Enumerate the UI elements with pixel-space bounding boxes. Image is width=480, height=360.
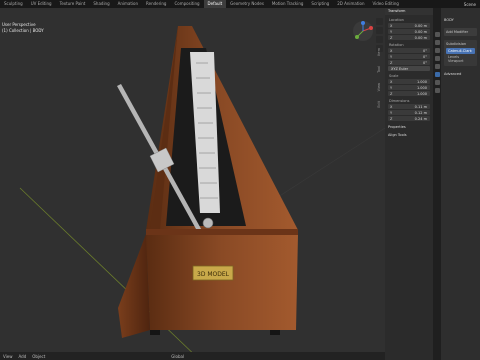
tab-geometry-nodes[interactable]: Geometry Nodes [226, 0, 268, 8]
physics-tab-icon[interactable] [434, 80, 440, 85]
viewport-info: User Perspective (1) Collection | BODY [2, 22, 44, 34]
base-cap [146, 229, 298, 235]
foot-left [150, 330, 160, 335]
dimensions-y-field[interactable]: Y 0.12 m [388, 110, 430, 115]
location-label: Location [389, 18, 404, 22]
scale-x-field[interactable]: X 1.000 [388, 79, 430, 84]
sidebar-tab-edit[interactable]: Edit [377, 101, 381, 108]
material-tab-icon[interactable] [434, 88, 440, 93]
tab-sculpting[interactable]: Sculpting [0, 0, 27, 8]
sidebar-tabs: Item Tool View Edit [377, 48, 381, 108]
transform-header[interactable]: Transform [385, 8, 433, 15]
properties-panel-toggle[interactable]: Properties [385, 125, 433, 129]
rotation-x-field[interactable]: X 0° [388, 48, 430, 53]
sidebar-tab-tool[interactable]: Tool [377, 66, 381, 73]
dimensions-z-field[interactable]: Z 0.24 m [388, 116, 430, 121]
scale-label: Scale [389, 74, 399, 78]
subdivision-modifier[interactable]: Subdivision Catmull-Clark Levels Viewpor… [444, 40, 477, 66]
scene-tab-icon[interactable] [434, 56, 440, 61]
dimensions-label: Dimensions [389, 99, 410, 103]
tab-motion-tracking[interactable]: Motion Tracking [268, 0, 307, 8]
dimensions-x-field[interactable]: X 0.11 m [388, 104, 430, 109]
sidebar-tab-view[interactable]: View [377, 83, 381, 91]
metronome-base-front [146, 234, 298, 330]
properties-tab-strip [433, 8, 441, 360]
navigation-gizmo[interactable] [352, 20, 374, 42]
model-plaque-label: 3D MODEL [197, 271, 230, 278]
properties-editor: BODY Add Modifier Subdivision Catmull-Cl… [441, 8, 480, 360]
tab-scripting[interactable]: Scripting [307, 0, 333, 8]
tool-tab-icon[interactable] [434, 32, 440, 37]
menu-add[interactable]: Add [19, 354, 27, 359]
modifier-name[interactable]: Subdivision [446, 42, 475, 46]
advanced-panel-toggle[interactable]: Advanced [444, 72, 477, 76]
viewport-nav-buttons [376, 18, 384, 52]
tab-2d-animation[interactable]: 2D Animation [333, 0, 368, 8]
pan-icon[interactable] [376, 27, 383, 34]
tab-rendering[interactable]: Rendering [142, 0, 170, 8]
scale-emblem [202, 217, 214, 229]
object-breadcrumb: BODY [444, 18, 454, 22]
rotation-label: Rotation [389, 43, 404, 47]
add-modifier-button[interactable]: Add Modifier [444, 28, 477, 36]
tab-video-editing[interactable]: Video Editing [369, 0, 403, 8]
zoom-icon[interactable] [376, 18, 383, 25]
output-tab-icon[interactable] [434, 48, 440, 53]
scale-y-field[interactable]: Y 1.000 [388, 85, 430, 90]
levels-viewport-field[interactable]: Levels Viewport [446, 54, 475, 64]
render-tab-icon[interactable] [434, 40, 440, 45]
location-x-field[interactable]: X 0.00 m [388, 23, 430, 28]
3d-viewport[interactable]: 3D MODEL User Perspective (1) Collection… [0, 8, 385, 360]
tab-shading[interactable]: Shading [89, 0, 113, 8]
scene-selector[interactable]: Scene [460, 2, 480, 7]
tab-animation[interactable]: Animation [114, 0, 142, 8]
transform-orientation[interactable]: Global [171, 354, 184, 359]
scale-z-field[interactable]: Z 1.000 [388, 91, 430, 96]
tab-compositing[interactable]: Compositing [170, 0, 203, 8]
rotation-z-field[interactable]: Z 0° [388, 60, 430, 65]
rotation-y-field[interactable]: Y 0° [388, 54, 430, 59]
sidebar-tab-item[interactable]: Item [377, 48, 381, 56]
workspace-tabs-bar: Sculpting UV Editing Texture Paint Shadi… [0, 0, 480, 8]
menu-view[interactable]: View [3, 354, 13, 359]
n-panel: Transform Location X 0.00 m Y 0.00 m Z 0.00… [385, 8, 433, 360]
foot-right [270, 330, 280, 335]
viewport-header-bottom: View Add Object Global [0, 352, 385, 360]
tab-default[interactable]: Default [203, 0, 227, 8]
viewport-scene: 3D MODEL [19, 26, 385, 360]
active-object-label: (1) Collection | BODY [2, 28, 44, 33]
rotation-mode-dropdown[interactable]: XYZ Euler [388, 66, 430, 71]
align-tools-panel-toggle[interactable]: Align Tools [385, 133, 433, 137]
camera-icon[interactable] [376, 36, 383, 43]
object-tab-icon[interactable] [434, 64, 440, 69]
location-z-field[interactable]: Z 0.00 m [388, 35, 430, 40]
tab-texture-paint[interactable]: Texture Paint [56, 0, 90, 8]
menu-object[interactable]: Object [32, 354, 45, 359]
modifier-tab-icon[interactable] [434, 72, 440, 77]
tab-uv-editing[interactable]: UV Editing [27, 0, 56, 8]
location-y-field[interactable]: Y 0.00 m [388, 29, 430, 34]
